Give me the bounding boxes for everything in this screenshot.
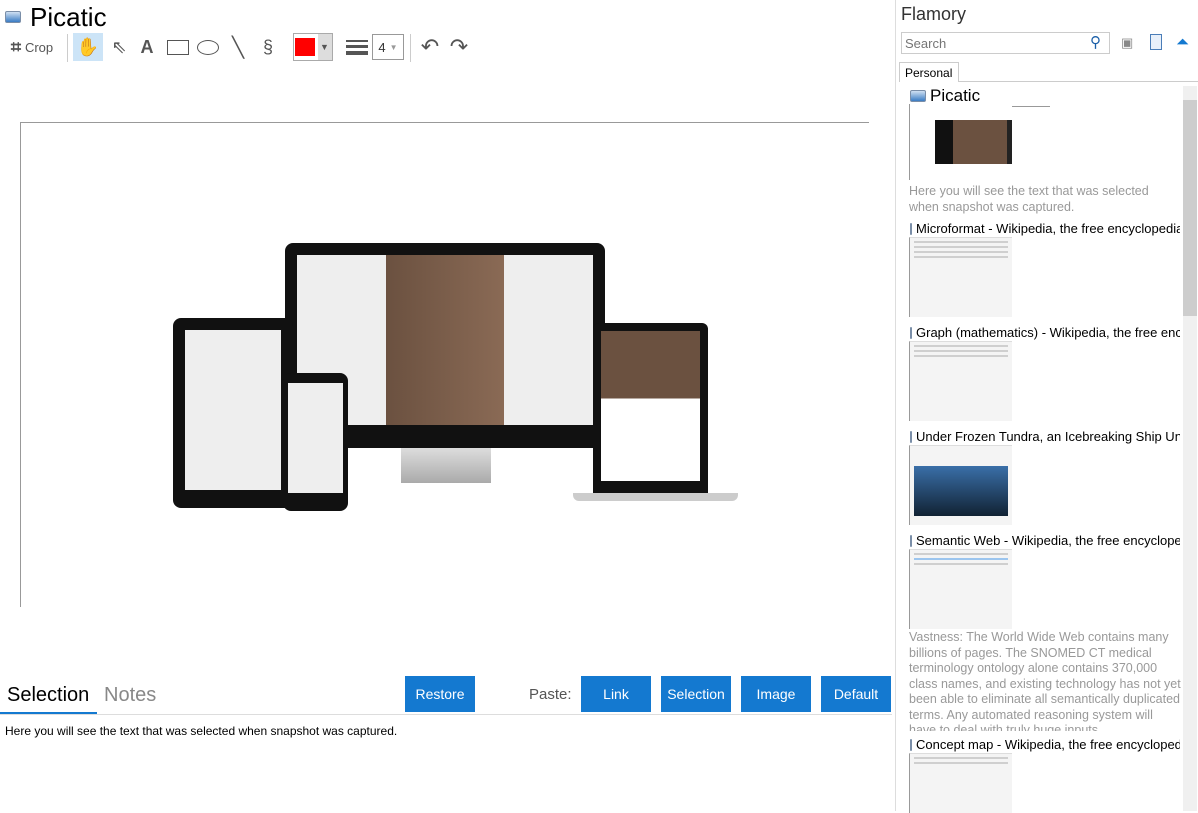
paste-label: Paste: (529, 686, 572, 703)
thumbnail[interactable] (909, 341, 1012, 421)
page-icon (910, 90, 926, 102)
collapse-top-icon[interactable]: ⏶ (1176, 34, 1189, 52)
redo-icon[interactable]: ↷ (447, 33, 471, 61)
sidebar-title: Flamory (901, 4, 967, 24)
paste-default-button[interactable]: Default (821, 676, 891, 712)
snapshot-image (173, 243, 738, 518)
document-icon[interactable] (1150, 34, 1162, 50)
paste-image-button[interactable]: Image (741, 676, 811, 712)
paste-selection-button[interactable]: Selection (661, 676, 731, 712)
app-icon (5, 11, 21, 23)
ellipse-tool-icon[interactable] (195, 33, 221, 61)
line-width-select[interactable]: 4 ▼ (372, 34, 404, 60)
paste-link-button[interactable]: Link (581, 676, 651, 712)
color-picker[interactable]: ▼ (293, 33, 333, 61)
crop-button[interactable]: ⌗ Crop (6, 33, 58, 61)
freehand-tool-icon[interactable]: § (256, 33, 280, 61)
item-description: Vastness: The World Wide Web contains ma… (909, 630, 1181, 731)
thumbnail[interactable] (909, 104, 1012, 180)
list-item[interactable]: Semantic Web - Wikipedia, the free encyc… (910, 533, 1180, 548)
rectangle-tool-icon[interactable] (164, 33, 192, 61)
chevron-down-icon: ▼ (317, 34, 332, 60)
list-item[interactable]: Under Frozen Tundra, an Icebreaking Ship… (910, 429, 1180, 444)
camera-icon[interactable]: ▣ (1121, 35, 1133, 51)
item-description: Here you will see the text that was sele… (909, 184, 1149, 214)
tab-notes[interactable]: Notes (104, 684, 156, 707)
list-item[interactable]: Microformat - Wikipedia, the free encycl… (910, 221, 1180, 236)
search-input[interactable] (901, 32, 1110, 54)
text-tool-icon[interactable]: A (136, 33, 158, 61)
crop-icon: ⌗ (10, 36, 21, 57)
line-tool-icon[interactable]: ╲ (226, 33, 250, 61)
list-item[interactable]: Concept map - Wikipedia, the free encycl… (910, 737, 1180, 752)
thumbnail[interactable] (909, 445, 1012, 525)
crop-label: Crop (24, 39, 54, 55)
thumbnail[interactable] (909, 237, 1012, 317)
tab-selection[interactable]: Selection (7, 684, 89, 707)
scrollbar[interactable] (1183, 86, 1197, 811)
restore-button[interactable]: Restore (405, 676, 475, 712)
pointer-tool-icon[interactable]: ⇖ (106, 33, 132, 61)
undo-icon[interactable]: ↶ (418, 33, 442, 61)
thumbnail[interactable] (909, 753, 1012, 813)
snapshot-canvas[interactable] (20, 122, 869, 607)
tab-personal[interactable]: Personal (899, 62, 959, 82)
page-title: Picatic (30, 2, 107, 32)
list-item[interactable]: Graph (mathematics) - Wikipedia, the fre… (910, 325, 1180, 340)
thumbnail[interactable] (909, 549, 1012, 629)
selection-text[interactable]: Here you will see the text that was sele… (5, 724, 397, 738)
hand-tool-icon[interactable]: ✋ (73, 33, 103, 61)
color-swatch (294, 38, 315, 56)
line-width-icon (344, 33, 370, 61)
search-icon[interactable]: ⚲ (1090, 33, 1101, 51)
